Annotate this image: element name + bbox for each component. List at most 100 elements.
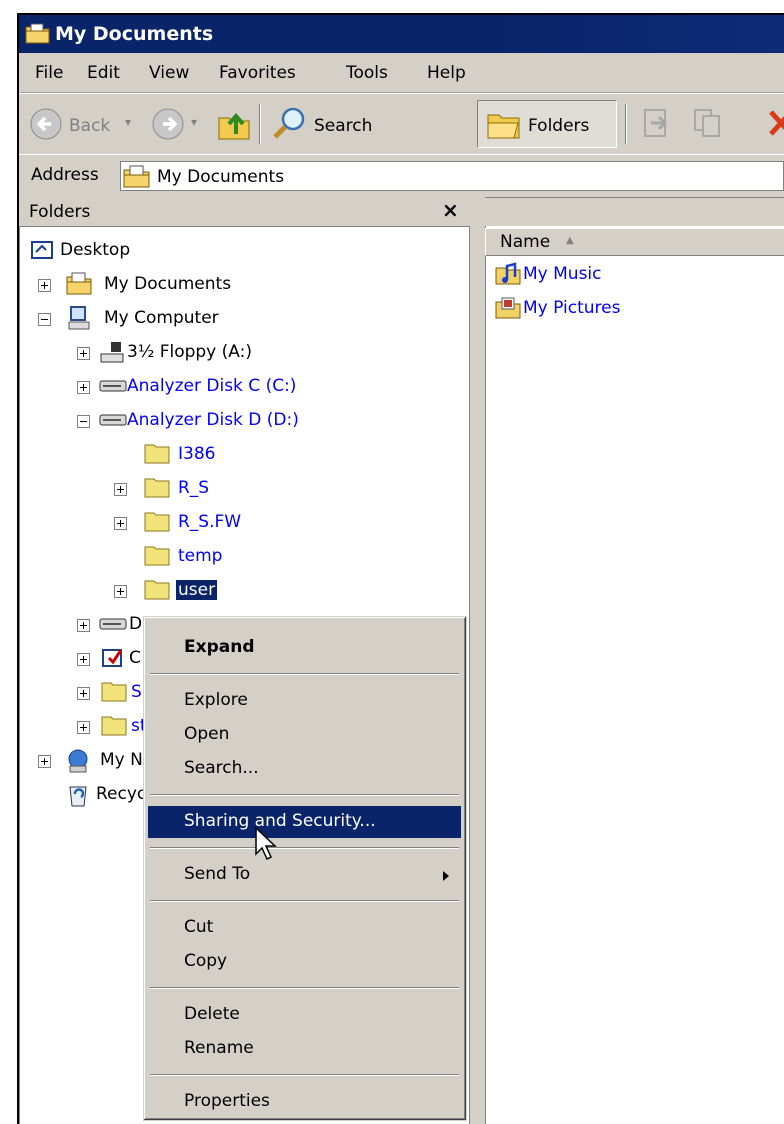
menu-item-label: Rename	[184, 1038, 254, 1058]
folders-pane-header: Folders ×	[19, 196, 470, 226]
menu-item-label: Search...	[184, 758, 259, 778]
toolbar-separator	[259, 104, 261, 144]
drive-icon	[99, 616, 127, 636]
menu-item-label: Send To	[184, 864, 251, 884]
mouse-cursor-icon	[254, 826, 280, 867]
menu-view[interactable]: View	[149, 63, 189, 83]
tree-label: Analyzer Disk D (D:)	[127, 410, 299, 430]
folder-icon	[101, 714, 127, 741]
menu-item-properties[interactable]: Properties	[148, 1086, 461, 1118]
menu-item-send-to[interactable]: Send To	[148, 859, 461, 891]
drive-icon	[99, 412, 127, 432]
expand-toggle-icon[interactable]	[114, 515, 127, 535]
forward-arrow-icon[interactable]	[151, 107, 185, 146]
column-header-name[interactable]: Name ▲	[485, 228, 784, 256]
menu-item-label: Cut	[184, 917, 214, 937]
forward-dropdown-icon[interactable]: ▾	[191, 115, 197, 129]
close-icon[interactable]: ×	[442, 198, 459, 222]
menu-item-label: Expand	[184, 637, 255, 657]
address-field[interactable]: My Documents	[120, 161, 784, 191]
menu-item-label: Explore	[184, 690, 248, 710]
pictures-folder-icon	[495, 296, 521, 325]
menu-item-delete[interactable]: Delete	[148, 999, 461, 1031]
expand-toggle-icon[interactable]	[38, 753, 51, 773]
menu-bar: File Edit View Favorites Tools Help	[19, 54, 784, 93]
folders-pane-title: Folders	[29, 202, 91, 222]
toolbar: Back ▾ ▾ Search Folders	[19, 93, 784, 155]
sort-ascending-icon: ▲	[566, 235, 574, 246]
expand-toggle-icon[interactable]	[77, 719, 90, 739]
expand-toggle-icon[interactable]	[77, 379, 90, 399]
network-icon	[64, 748, 92, 779]
menu-separator	[150, 900, 459, 902]
tree-label: R_S.FW	[178, 512, 242, 532]
tree-label: Analyzer Disk C (C:)	[127, 376, 297, 396]
expand-toggle-icon[interactable]	[77, 651, 90, 671]
menu-file[interactable]: File	[35, 63, 63, 83]
collapse-toggle-icon[interactable]	[77, 413, 90, 433]
drive-icon	[99, 378, 127, 398]
toolbar-separator	[625, 104, 627, 144]
tree-label: D	[129, 614, 143, 634]
desktop-icon	[30, 238, 54, 267]
folder-icon	[144, 578, 170, 605]
address-label: Address	[31, 165, 99, 185]
menu-separator	[150, 847, 459, 849]
delete-icon[interactable]	[767, 108, 784, 143]
recycle-bin-icon	[66, 782, 90, 813]
back-dropdown-icon[interactable]: ▾	[125, 115, 131, 129]
menu-tools[interactable]: Tools	[346, 63, 388, 83]
menu-item-copy[interactable]: Copy	[148, 946, 461, 978]
folder-documents-icon	[66, 272, 92, 301]
search-button[interactable]: Search	[314, 116, 372, 136]
menu-item-open[interactable]: Open	[148, 719, 461, 751]
file-label: My Music	[523, 264, 602, 284]
folder-documents-icon	[25, 23, 51, 50]
expand-toggle-icon[interactable]	[77, 685, 90, 705]
pane-splitter[interactable]	[470, 196, 485, 1124]
tree-label: temp	[178, 546, 223, 566]
search-icon[interactable]	[271, 104, 309, 147]
file-label: My Pictures	[523, 298, 621, 318]
tree-label: My Documents	[104, 274, 232, 294]
move-to-icon[interactable]	[639, 106, 673, 145]
folder-icon	[144, 442, 170, 469]
menu-separator	[150, 673, 459, 675]
menu-help[interactable]: Help	[427, 63, 466, 83]
address-value: My Documents	[157, 167, 285, 187]
folder-icon	[144, 544, 170, 571]
expand-toggle-icon[interactable]	[38, 277, 51, 297]
tree-label: Recyc	[96, 784, 147, 804]
menu-item-search[interactable]: Search...	[148, 753, 461, 785]
tree-label: C	[129, 648, 141, 668]
expand-toggle-icon[interactable]	[77, 345, 90, 365]
back-arrow-icon[interactable]	[29, 107, 63, 146]
menu-item-cut[interactable]: Cut	[148, 912, 461, 944]
menu-item-expand[interactable]: Expand	[148, 632, 461, 664]
folders-icon	[486, 109, 522, 146]
menu-favorites[interactable]: Favorites	[219, 63, 296, 83]
menu-separator	[150, 1074, 459, 1076]
tree-label-selected: user	[176, 580, 218, 600]
tree-label: Desktop	[60, 240, 131, 260]
up-folder-icon[interactable]	[216, 106, 252, 147]
menu-edit[interactable]: Edit	[87, 63, 120, 83]
menu-item-explore[interactable]: Explore	[148, 685, 461, 717]
menu-item-label: Open	[184, 724, 230, 744]
folders-button[interactable]: Folders	[477, 100, 617, 148]
copy-to-icon[interactable]	[691, 106, 727, 145]
collapse-toggle-icon[interactable]	[38, 311, 51, 331]
expand-toggle-icon[interactable]	[77, 617, 90, 637]
tree-label: I386	[178, 444, 216, 464]
tree-label: 3½ Floppy (A:)	[127, 342, 252, 362]
menu-item-label: Delete	[184, 1004, 240, 1024]
file-list-pane	[485, 226, 784, 1124]
folder-icon	[101, 680, 127, 707]
title-bar[interactable]: My Documents	[19, 15, 784, 53]
menu-item-rename[interactable]: Rename	[148, 1033, 461, 1065]
expand-toggle-icon[interactable]	[114, 481, 127, 501]
back-button[interactable]: Back	[69, 116, 110, 136]
expand-toggle-icon[interactable]	[114, 583, 127, 603]
menu-item-sharing-security[interactable]: Sharing and Security...	[148, 806, 461, 838]
folder-documents-icon	[123, 165, 151, 194]
